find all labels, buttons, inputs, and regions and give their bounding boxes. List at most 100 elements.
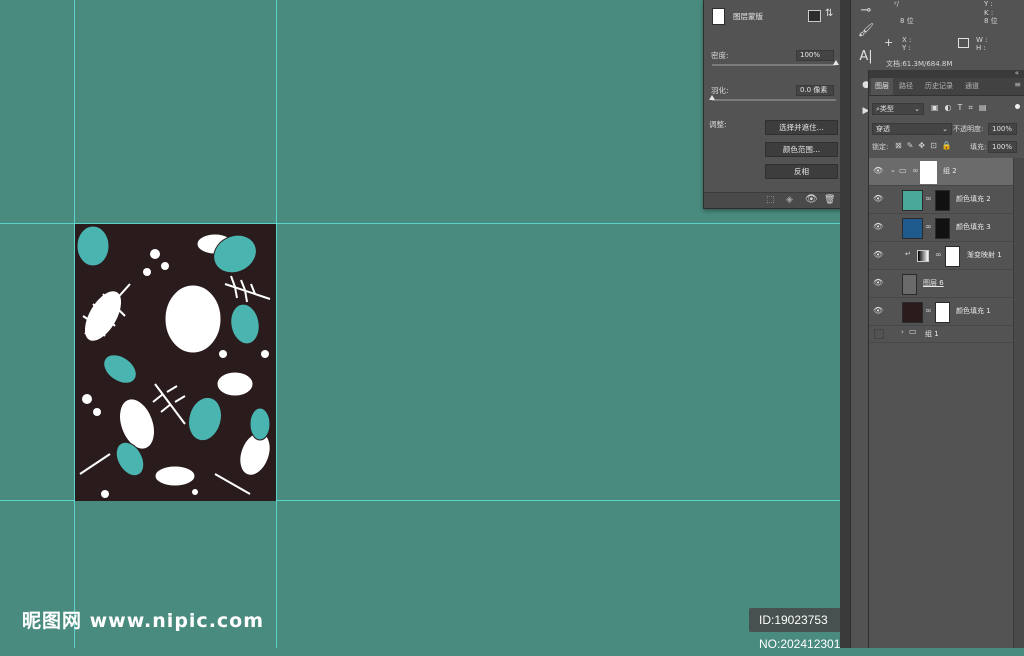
layer-row-group-1[interactable]: › ▭ 组 1 — [869, 326, 1013, 343]
layers-tabbar: 图层 路径 历史记录 通道 ≡ — [869, 78, 1024, 96]
layer-row-group-2[interactable]: 👁 ⌄ ▭ ∞ 组 2 — [869, 158, 1013, 186]
chevron-right-icon[interactable]: › — [901, 328, 904, 336]
layer-name: 组 1 — [925, 330, 939, 338]
y-label: Y : — [984, 0, 993, 8]
apply-mask-icon[interactable]: ◈ — [786, 195, 793, 205]
density-slider-thumb[interactable] — [833, 60, 839, 65]
chain-icon[interactable]: ∞ — [912, 166, 919, 176]
chain-icon[interactable]: ∞ — [925, 194, 932, 204]
layer-row-fill-1[interactable]: 👁 ∞ 颜色填充 1 — [869, 298, 1013, 326]
size-box-icon — [958, 38, 969, 48]
color-range-button[interactable]: 颜色范围... — [765, 142, 838, 157]
layers-scrollbar[interactable] — [1013, 158, 1024, 648]
gradient-map-icon — [917, 250, 929, 262]
visibility-box-icon[interactable] — [874, 329, 884, 339]
layer-name: 渐变映射 1 — [967, 251, 1002, 259]
mask-thumbnail-icon — [712, 8, 725, 25]
invert-button[interactable]: 反相 — [765, 164, 838, 179]
layer-row-fill-3[interactable]: 👁 ∞ 颜色填充 3 — [869, 214, 1013, 242]
watermark-logo: 昵图网 www.nipic.com — [22, 610, 265, 632]
mask-icon[interactable] — [935, 302, 950, 323]
vector-mask-icon[interactable]: ⇅ — [825, 8, 833, 19]
layer-name: 颜色填充 2 — [956, 195, 991, 203]
eye-icon[interactable]: 👁 — [873, 194, 883, 204]
blend-mode-select[interactable]: 穿透 ⌄ — [872, 123, 952, 135]
properties-panel: 图层蒙版 ⇅ 密度: 100% 羽化: 0.0 像素 调整: 选择并遮住... … — [703, 0, 854, 209]
adjust-icon[interactable]: ⊸ — [855, 0, 877, 22]
density-input[interactable]: 100% — [796, 50, 834, 61]
smart-object-icon — [902, 274, 917, 295]
properties-title: 图层蒙版 — [733, 12, 763, 21]
x-label: X : — [902, 36, 912, 44]
fill-thumbnail — [902, 190, 923, 211]
layer-row-fill-2[interactable]: 👁 ∞ 颜色填充 2 — [869, 186, 1013, 214]
layers-panel: « 图层 路径 历史记录 通道 ≡ ⌕类型 ⌄ ▣◐T⌗▤ 穿透 ⌄ 不透明度: 1… — [868, 69, 1024, 648]
layer-name: 颜色填充 1 — [956, 307, 991, 315]
layer-row-gradient-map[interactable]: 👁 ↵ ∞ 渐变映射 1 — [869, 242, 1013, 270]
layer-name: 颜色填充 3 — [956, 223, 991, 231]
eye-icon[interactable]: 👁 — [873, 222, 883, 232]
eye-icon[interactable]: 👁 — [873, 250, 883, 260]
folder-icon: ▭ — [909, 327, 917, 336]
filter-toggle-icon[interactable] — [1015, 104, 1020, 109]
eye-icon[interactable]: 👁 — [873, 166, 883, 176]
tropical-leaf-pattern-artwork — [75, 224, 276, 501]
layer-row-layer-6[interactable]: 👁 图层 6 — [869, 270, 1013, 298]
fill-thumbnail — [902, 302, 923, 323]
chain-icon[interactable]: ∞ — [935, 250, 942, 260]
k-label: K : — [984, 9, 994, 17]
fill-label: 填充: — [970, 143, 987, 151]
eye-icon[interactable]: 👁 — [873, 278, 883, 288]
collapse-icon[interactable]: « — [1015, 69, 1019, 77]
adjust-label: 调整: — [709, 120, 727, 129]
opacity-input[interactable]: 100% — [988, 123, 1017, 135]
chevron-down-icon: ⌄ — [914, 105, 920, 113]
document-size: 文档:61.3M/684.8M — [886, 60, 953, 68]
info-panel: ʸ/ 8 位 Y : K : 8 位 + X : Y : W : H : 文档:… — [880, 0, 1024, 71]
chain-icon[interactable]: ∞ — [925, 306, 932, 316]
clip-arrow-icon: ↵ — [905, 250, 911, 258]
mask-icon[interactable] — [920, 161, 937, 184]
eye-icon[interactable]: 👁 — [873, 306, 883, 316]
tab-paths[interactable]: 路径 — [895, 78, 917, 95]
feather-slider-thumb[interactable] — [709, 95, 715, 100]
fill-input[interactable]: 100% — [988, 141, 1017, 153]
lock-label: 锁定: — [872, 143, 889, 151]
pixel-mask-icon[interactable] — [808, 10, 821, 22]
density-slider[interactable] — [712, 64, 836, 66]
density-label: 密度: — [711, 51, 729, 60]
h-label: H : — [976, 44, 986, 52]
mask-icon[interactable] — [935, 190, 950, 211]
filter-icons[interactable]: ▣◐T⌗▤ — [931, 103, 993, 113]
tab-channels[interactable]: 通道 — [961, 78, 983, 95]
y2-label: Y : — [902, 44, 911, 52]
panel-menu-icon[interactable]: ≡ — [1014, 80, 1021, 89]
chain-icon[interactable]: ∞ — [925, 222, 932, 232]
select-and-mask-button[interactable]: 选择并遮住... — [765, 120, 838, 135]
folder-icon: ▭ — [899, 166, 907, 175]
filter-type-select[interactable]: ⌕类型 ⌄ — [872, 103, 924, 115]
crosshair-icon: + — [884, 36, 894, 49]
canvas-scrollbar[interactable] — [840, 0, 850, 648]
mask-icon[interactable] — [935, 218, 950, 239]
layer-name: 组 2 — [943, 167, 957, 175]
chevron-down-icon: ⌄ — [942, 125, 948, 133]
feather-slider[interactable] — [712, 99, 836, 101]
mask-icon[interactable] — [945, 246, 960, 267]
brush-icon[interactable]: 🖌 — [855, 20, 877, 42]
bit-depth-left: 8 位 — [900, 17, 914, 25]
lock-icons[interactable]: ⊠✎✥⊡🔒 — [895, 141, 957, 150]
feather-input[interactable]: 0.0 像素 — [796, 85, 834, 96]
opacity-label: 不透明度: — [953, 125, 984, 133]
fill-thumbnail — [902, 218, 923, 239]
guide-vertical[interactable] — [276, 0, 277, 648]
tab-layers[interactable]: 图层 — [871, 78, 893, 95]
tab-history[interactable]: 历史记录 — [921, 78, 957, 95]
w-label: W : — [976, 36, 988, 44]
text-icon[interactable]: A| — [855, 46, 877, 68]
eye-icon[interactable]: 👁 — [805, 194, 818, 205]
chevron-down-icon[interactable]: ⌄ — [890, 166, 896, 174]
trash-icon[interactable]: 🗑 — [824, 195, 835, 205]
load-selection-icon[interactable]: ⬚ — [766, 195, 775, 205]
properties-footer: ⬚ ◈ 👁 🗑 — [704, 192, 853, 208]
